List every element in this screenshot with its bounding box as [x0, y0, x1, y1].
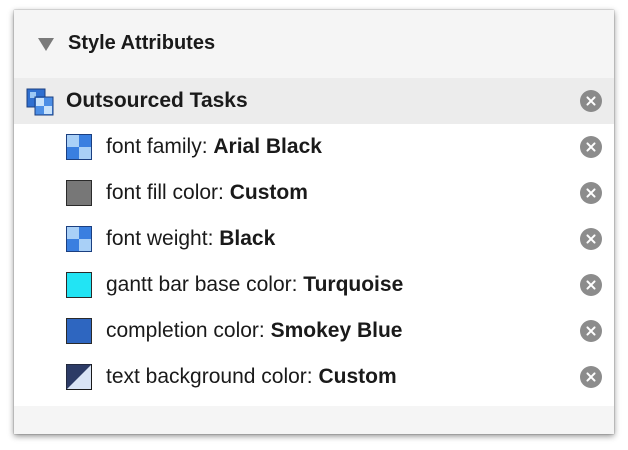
remove-attribute-button[interactable]	[580, 320, 602, 342]
attribute-value: Custom	[229, 181, 308, 204]
attribute-row-font-weight[interactable]: font weight: Black	[14, 216, 614, 262]
attribute-name: completion color:	[106, 319, 271, 342]
section-header: Style Attributes	[14, 10, 614, 78]
attribute-row-completion-color[interactable]: completion color: Smokey Blue	[14, 308, 614, 354]
panel-footer	[14, 406, 614, 434]
font-style-icon	[66, 226, 92, 252]
attribute-name: font fill color:	[106, 181, 230, 204]
color-swatch	[66, 272, 92, 298]
attribute-value: Arial Black	[213, 135, 322, 158]
style-group-icon	[26, 88, 54, 116]
color-swatch	[66, 318, 92, 344]
attribute-list: Outsourced Tasks font family: Arial Blac…	[14, 78, 614, 406]
attribute-row-font-fill-color[interactable]: font fill color: Custom	[14, 170, 614, 216]
remove-group-button[interactable]	[580, 90, 602, 112]
attribute-name: font family:	[106, 135, 214, 158]
attribute-value: Custom	[318, 365, 397, 388]
remove-attribute-button[interactable]	[580, 228, 602, 250]
attribute-value: Black	[219, 227, 276, 250]
style-group-row[interactable]: Outsourced Tasks	[14, 78, 614, 124]
style-attributes-panel: Style Attributes Outsourced Tasks font f…	[14, 10, 614, 434]
color-swatch	[66, 180, 92, 206]
section-title: Style Attributes	[68, 32, 216, 54]
font-style-icon	[66, 134, 92, 160]
style-group-label: Outsourced Tasks	[66, 89, 248, 112]
attribute-name: text background color:	[106, 365, 319, 388]
remove-attribute-button[interactable]	[580, 366, 602, 388]
remove-attribute-button[interactable]	[580, 136, 602, 158]
attribute-name: gantt bar base color:	[106, 273, 304, 296]
disclosure-triangle-icon[interactable]	[38, 38, 54, 51]
attribute-value: Smokey Blue	[270, 319, 403, 342]
attribute-row-font-family[interactable]: font family: Arial Black	[14, 124, 614, 170]
attribute-value: Turquoise	[303, 273, 404, 296]
remove-attribute-button[interactable]	[580, 182, 602, 204]
attribute-row-text-background-color[interactable]: text background color: Custom	[14, 354, 614, 400]
attribute-row-gantt-bar-base-color[interactable]: gantt bar base color: Turquoise	[14, 262, 614, 308]
split-color-icon	[66, 364, 92, 390]
attribute-name: font weight:	[106, 227, 220, 250]
remove-attribute-button[interactable]	[580, 274, 602, 296]
